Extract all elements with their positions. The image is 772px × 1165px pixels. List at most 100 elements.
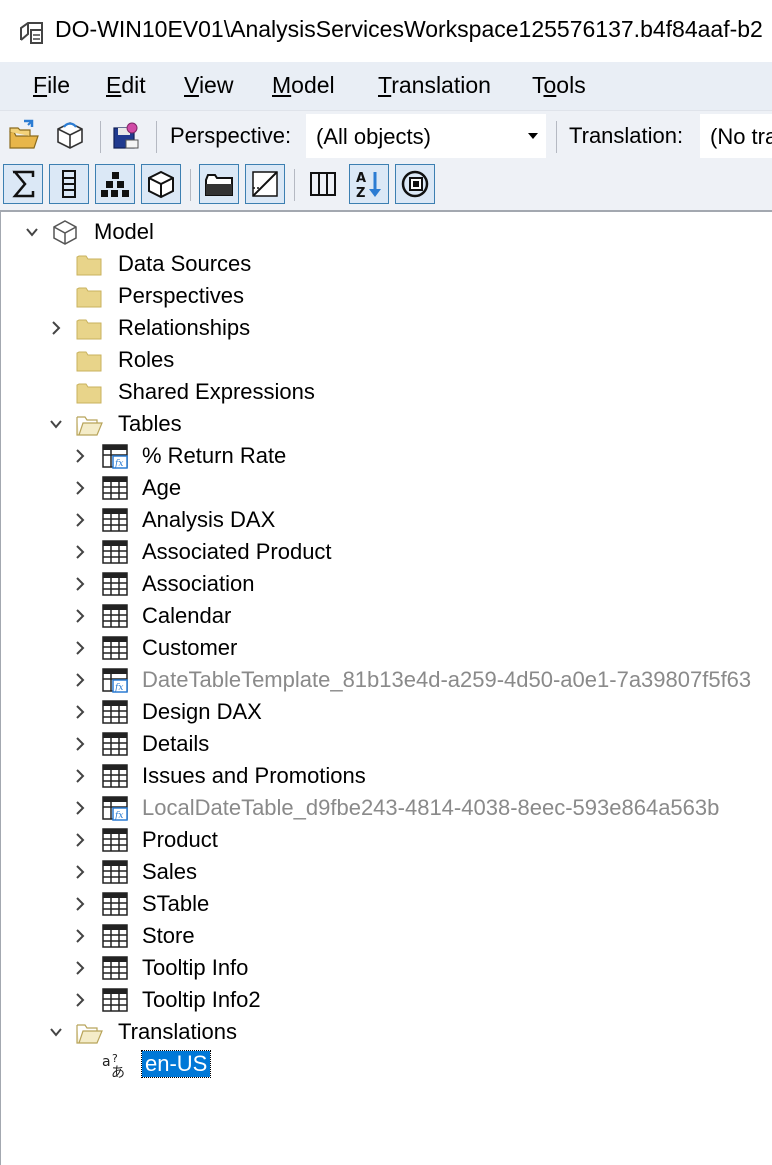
tree-node-label[interactable]: Roles: [118, 347, 174, 373]
table-icon: [102, 924, 128, 948]
tree-node-label[interactable]: Perspectives: [118, 283, 244, 309]
tree-node-label[interactable]: Details: [142, 731, 209, 757]
menu-edit[interactable]: Edit: [106, 72, 146, 99]
folder-open-icon: [76, 416, 103, 436]
tree-node[interactable]: fx DateTableTemplate_81b13e4d-a259-4d50-a…: [1, 664, 772, 696]
chevron-right-icon[interactable]: [73, 577, 87, 591]
tree-node-label[interactable]: Association: [142, 571, 255, 597]
tree-node[interactable]: Perspectives: [1, 280, 772, 312]
show-cubes-button[interactable]: [141, 164, 181, 204]
tree-node-label[interactable]: LocalDateTable_d9fbe243-4814-4038-8eec-5…: [142, 795, 719, 821]
tree-node[interactable]: Relationships: [1, 312, 772, 344]
tree-node[interactable]: Design DAX: [1, 696, 772, 728]
tree-node-label[interactable]: Customer: [142, 635, 237, 661]
chevron-down-icon[interactable]: [49, 1025, 63, 1039]
tree-node[interactable]: Tooltip Info: [1, 952, 772, 984]
tree-node-label[interactable]: Shared Expressions: [118, 379, 315, 405]
tree-node[interactable]: Model: [1, 216, 772, 248]
chevron-right-icon[interactable]: [73, 929, 87, 943]
tree-node[interactable]: Sales: [1, 856, 772, 888]
chevron-right-icon[interactable]: [73, 609, 87, 623]
chevron-right-icon[interactable]: [73, 865, 87, 879]
tree-node[interactable]: STable: [1, 888, 772, 920]
chevron-down-icon[interactable]: [25, 225, 39, 239]
refresh-cube-icon[interactable]: [52, 118, 88, 154]
tree-node[interactable]: Calendar: [1, 600, 772, 632]
tree-node-label[interactable]: Product: [142, 827, 218, 853]
tree-node[interactable]: Age: [1, 472, 772, 504]
tree-node-label[interactable]: Translations: [118, 1019, 237, 1045]
menu-view[interactable]: View: [184, 72, 233, 99]
tree-node-label[interactable]: DateTableTemplate_81b13e4d-a259-4d50-a0e…: [142, 667, 751, 693]
chevron-right-icon[interactable]: [73, 737, 87, 751]
menu-file[interactable]: File: [33, 72, 70, 99]
tree-node[interactable]: Store: [1, 920, 772, 952]
menu-translation[interactable]: Translation: [378, 72, 491, 99]
open-folder-icon[interactable]: [6, 118, 42, 154]
chevron-right-icon[interactable]: [73, 481, 87, 495]
show-translations-button[interactable]: [245, 164, 285, 204]
tree-node[interactable]: Data Sources: [1, 248, 772, 280]
chevron-right-icon[interactable]: [73, 641, 87, 655]
tree-node-label[interactable]: Store: [142, 923, 195, 949]
tree-node-label[interactable]: Relationships: [118, 315, 250, 341]
chevron-right-icon[interactable]: [73, 673, 87, 687]
tree-node[interactable]: Association: [1, 568, 772, 600]
tree-node[interactable]: Customer: [1, 632, 772, 664]
chevron-right-icon[interactable]: [73, 513, 87, 527]
tree-node-label[interactable]: Analysis DAX: [142, 507, 275, 533]
perspective-dropdown[interactable]: (All objects): [306, 114, 546, 158]
chevron-right-icon[interactable]: [73, 961, 87, 975]
tree-node[interactable]: Roles: [1, 344, 772, 376]
tree-node-label[interactable]: Sales: [142, 859, 197, 885]
tabular-model-explorer-tree[interactable]: Model Data Sources Perspectives Relationshi…: [0, 210, 772, 1165]
tree-node-label[interactable]: Age: [142, 475, 181, 501]
tree-node[interactable]: Shared Expressions: [1, 376, 772, 408]
tree-node-label[interactable]: Associated Product: [142, 539, 332, 565]
chevron-right-icon[interactable]: [73, 449, 87, 463]
chevron-right-icon[interactable]: [73, 705, 87, 719]
chevron-right-icon[interactable]: [49, 321, 63, 335]
tree-node[interactable]: Tables: [1, 408, 772, 440]
save-role-icon[interactable]: [108, 118, 144, 154]
tree-node-label[interactable]: Calendar: [142, 603, 231, 629]
tree-node[interactable]: Associated Product: [1, 536, 772, 568]
tree-node-label[interactable]: Tooltip Info: [142, 955, 248, 981]
chevron-right-icon[interactable]: [73, 993, 87, 1007]
tree-node-label[interactable]: Tables: [118, 411, 182, 437]
translation-dropdown[interactable]: (No tra: [700, 114, 772, 158]
chevron-right-icon[interactable]: [73, 769, 87, 783]
display-folders-button[interactable]: [395, 164, 435, 204]
tree-node-label[interactable]: Model: [94, 219, 154, 245]
sort-alphabetical-button[interactable]: A Z: [349, 164, 389, 204]
show-columns-button[interactable]: [49, 164, 89, 204]
tree-node-label[interactable]: % Return Rate: [142, 443, 286, 469]
chevron-right-icon[interactable]: [73, 897, 87, 911]
tree-node[interactable]: Translations: [1, 1016, 772, 1048]
menu-tools[interactable]: Tools: [532, 72, 586, 99]
menu-model[interactable]: Model: [272, 72, 335, 99]
table-icon: [102, 732, 128, 756]
tree-node-label[interactable]: Data Sources: [118, 251, 251, 277]
chevron-right-icon[interactable]: [73, 545, 87, 559]
show-measures-button[interactable]: [3, 164, 43, 204]
show-hidden-button[interactable]: [199, 164, 239, 204]
tree-node[interactable]: Product: [1, 824, 772, 856]
chevron-right-icon[interactable]: [73, 801, 87, 815]
tree-node[interactable]: fx LocalDateTable_d9fbe243-4814-4038-8eec…: [1, 792, 772, 824]
tree-node[interactable]: fx % Return Rate: [1, 440, 772, 472]
tree-node[interactable]: Tooltip Info2: [1, 984, 772, 1016]
chevron-right-icon[interactable]: [73, 833, 87, 847]
tree-node[interactable]: Details: [1, 728, 772, 760]
tree-node-label[interactable]: en-US: [140, 1050, 212, 1078]
show-hierarchies-button[interactable]: [95, 164, 135, 204]
tree-node-label[interactable]: Design DAX: [142, 699, 262, 725]
chevron-down-icon[interactable]: [49, 417, 63, 431]
tree-node-label[interactable]: Tooltip Info2: [142, 987, 261, 1013]
tree-node-label[interactable]: Issues and Promotions: [142, 763, 366, 789]
columns-button[interactable]: [303, 164, 343, 204]
tree-node-label[interactable]: STable: [142, 891, 209, 917]
tree-node[interactable]: a? あ en-US: [1, 1048, 772, 1080]
tree-node[interactable]: Issues and Promotions: [1, 760, 772, 792]
tree-node[interactable]: Analysis DAX: [1, 504, 772, 536]
